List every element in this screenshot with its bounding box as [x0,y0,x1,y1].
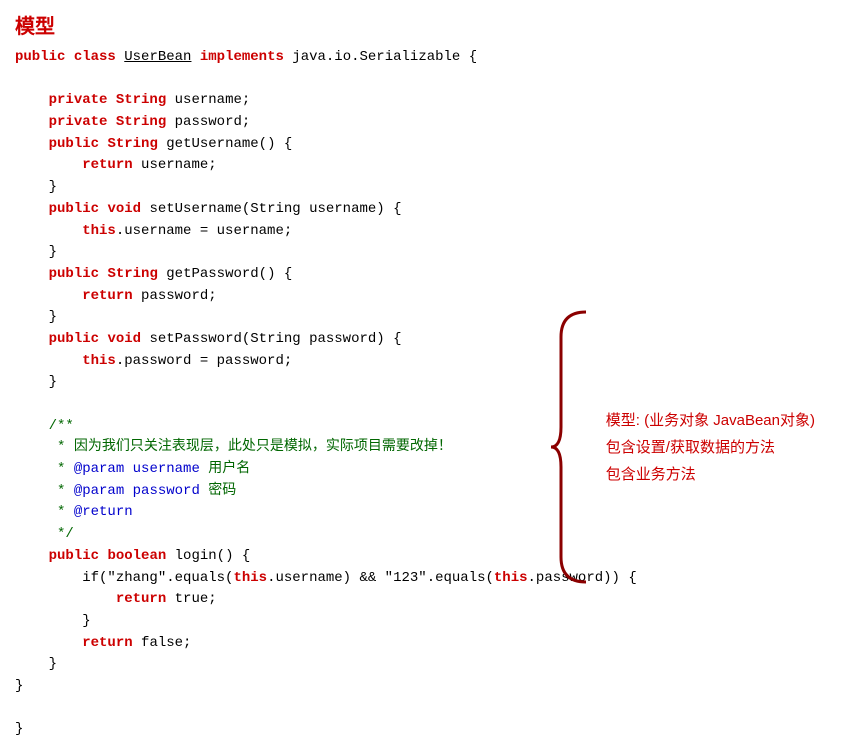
page-title: 模型 [15,10,845,39]
code-line-7: } [15,177,845,199]
code-line-blank1 [15,69,845,91]
code-line-29: } [15,654,845,676]
code-line-1: public class UserBean implements java.io… [15,47,845,69]
code-line-26: return true; [15,589,845,611]
code-area: public class UserBean implements java.io… [15,47,845,741]
code-line-11: public String getPassword() { [15,264,845,286]
annotation-box: 模型: (业务对象 JavaBean对象) 包含设置/获取数据的方法 包含业务方… [546,307,815,587]
annotation-line2: 包含设置/获取数据的方法 [606,434,815,461]
code-line-blank3 [15,698,845,720]
code-line-4: private String password; [15,112,845,134]
curly-brace-icon [546,307,596,587]
annotation-text: 模型: (业务对象 JavaBean对象) 包含设置/获取数据的方法 包含业务方… [606,407,815,488]
code-line-10: } [15,242,845,264]
code-line-12: return password; [15,286,845,308]
annotation-line3: 包含业务方法 [606,461,815,488]
code-line-6: return username; [15,155,845,177]
code-line-3: private String username; [15,90,845,112]
code-line-8: public void setUsername(String username)… [15,199,845,221]
code-line-bottom: } [15,719,845,741]
code-line-28: return false; [15,633,845,655]
code-line-30: } [15,676,845,698]
code-line-5: public String getUsername() { [15,134,845,156]
code-line-9: this.username = username; [15,221,845,243]
annotation-line1: 模型: (业务对象 JavaBean对象) [606,407,815,434]
code-line-27: } [15,611,845,633]
